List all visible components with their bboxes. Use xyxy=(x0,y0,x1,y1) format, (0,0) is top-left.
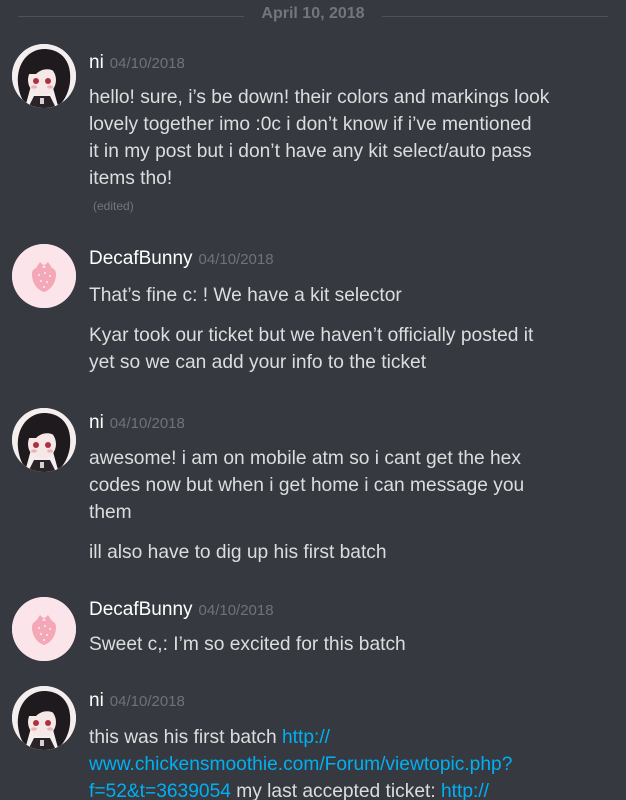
message-line: Kyar took our ticket but we haven’t offi… xyxy=(89,325,534,346)
message-header: DecafBunny 04/10/2018 xyxy=(89,248,274,270)
message-line: yet so we can add your info to the ticke… xyxy=(89,352,427,373)
message-header: DecafBunny 04/10/2018 xyxy=(89,599,274,621)
timestamp: 04/10/2018 xyxy=(198,602,274,619)
message-line: That’s fine c: ! We have a kit selector xyxy=(89,285,402,306)
username[interactable]: ni xyxy=(89,690,104,711)
message-content: Kyar took our ticket but we haven’t offi… xyxy=(89,322,599,376)
message-line: hello! sure, i’s be down! their colors a… xyxy=(89,87,550,108)
message-line: awesome! i am on mobile atm so i cant ge… xyxy=(89,448,521,469)
timestamp: 04/10/2018 xyxy=(109,693,185,710)
anime-girl-avatar-icon[interactable] xyxy=(12,44,76,108)
strawberry-avatar-icon[interactable] xyxy=(12,597,76,661)
message-line: Sweet c,: I’m so excited for this batch xyxy=(89,634,406,655)
message-content: this was his first batch http:// www.chi… xyxy=(89,724,599,800)
message-content: That’s fine c: ! We have a kit selector xyxy=(89,282,599,309)
message-header: ni 04/10/2018 xyxy=(89,412,185,434)
strawberry-avatar-icon[interactable] xyxy=(12,244,76,308)
timestamp: 04/10/2018 xyxy=(109,55,185,72)
message-text: my last accepted ticket: xyxy=(230,781,442,800)
anime-girl-avatar-icon[interactable] xyxy=(12,408,76,472)
message-content: ill also have to dig up his first batch xyxy=(89,539,599,566)
message-content: Sweet c,: I’m so excited for this batch xyxy=(89,631,599,658)
message-header: ni 04/10/2018 xyxy=(89,52,185,74)
message-line: items tho! xyxy=(89,168,173,189)
timestamp: 04/10/2018 xyxy=(109,415,185,432)
username[interactable]: DecafBunny xyxy=(89,599,193,620)
anime-girl-avatar-icon[interactable] xyxy=(12,686,76,750)
edited-indicator: (edited) xyxy=(93,199,134,213)
message-line: this was his first batch http:// xyxy=(89,724,599,751)
message-content: hello! sure, i’s be down! their colors a… xyxy=(89,84,599,192)
username[interactable]: ni xyxy=(89,52,104,73)
message-line: them xyxy=(89,502,132,523)
message-line: f=52&t=3639054 my last accepted ticket: … xyxy=(89,778,599,800)
message-link[interactable]: f=52&t=3639054 xyxy=(89,781,231,800)
message-header: ni 04/10/2018 xyxy=(89,690,185,712)
message-line: www.chickensmoothie.com/Forum/viewtopic.… xyxy=(89,751,599,778)
message-line: codes now but when i get home i can mess… xyxy=(89,475,525,496)
message-text: this was his first batch xyxy=(89,727,283,748)
message-link[interactable]: http:// xyxy=(282,727,330,748)
username[interactable]: DecafBunny xyxy=(89,248,193,269)
username[interactable]: ni xyxy=(89,412,104,433)
message-link[interactable]: http:// xyxy=(441,781,489,800)
message-line: it in my post but i don’t have any kit s… xyxy=(89,141,532,162)
message-link[interactable]: www.chickensmoothie.com/Forum/viewtopic.… xyxy=(89,754,512,775)
message-line: ill also have to dig up his first batch xyxy=(89,542,387,563)
message-line: lovely together imo :0c i don’t know if … xyxy=(89,114,532,135)
message-content: awesome! i am on mobile atm so i cant ge… xyxy=(89,445,599,526)
timestamp: 04/10/2018 xyxy=(198,251,274,268)
